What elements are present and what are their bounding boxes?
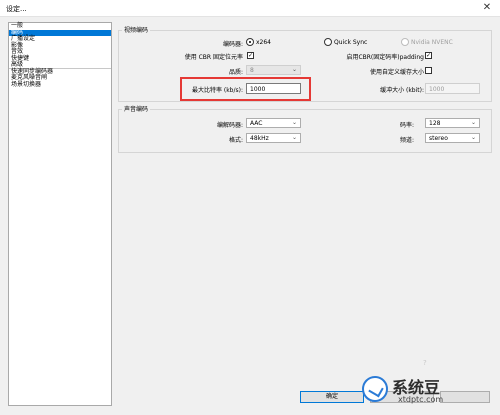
close-icon[interactable]: ✕ bbox=[480, 2, 494, 14]
format-label: 格式: bbox=[228, 137, 243, 144]
custom-buffer-checkbox[interactable] bbox=[425, 67, 432, 74]
cbr-padding-checkbox[interactable]: ✓ bbox=[425, 52, 432, 59]
watermark-logo-icon bbox=[362, 376, 388, 402]
audio-bitrate-label: 码率: bbox=[399, 122, 414, 129]
encoder-nvenc-label: Nvidia NVENC bbox=[411, 39, 453, 46]
channel-label: 频道: bbox=[399, 137, 414, 144]
chevron-down-icon: ⌄ bbox=[291, 66, 297, 73]
title-bar: 设定... ✕ bbox=[0, 0, 500, 17]
cbr-label: 使用 CBR 固定位元率 bbox=[184, 54, 243, 61]
buffer-size-input[interactable]: 1000 bbox=[425, 83, 480, 94]
audio-encoding-group bbox=[118, 109, 492, 153]
codec-value: AAC bbox=[250, 120, 263, 127]
nav-item-scene-switcher[interactable]: 场景切换器 bbox=[9, 80, 111, 89]
quality-value: 8 bbox=[250, 67, 254, 74]
window-title: 设定... bbox=[6, 5, 27, 13]
format-value: 48kHz bbox=[250, 135, 269, 142]
watermark: 系统豆 xtdptc.com bbox=[362, 372, 490, 408]
chevron-down-icon: ⌄ bbox=[470, 134, 476, 141]
audio-bitrate-value: 128 bbox=[429, 120, 441, 127]
cbr-padding-label: 启用CBR(固定码率)padding bbox=[346, 54, 424, 61]
hint-mark: ? bbox=[423, 359, 427, 367]
quality-label: 品质: bbox=[228, 69, 243, 76]
cbr-checkbox[interactable]: ✓ bbox=[247, 52, 254, 59]
audio-encoding-title: 声音编码 bbox=[122, 104, 151, 113]
encoder-x264-label: x264 bbox=[256, 39, 272, 46]
encoder-nvenc-radio[interactable] bbox=[401, 38, 409, 46]
settings-nav-list: 一般 编码 广播设定 影像 音效 快捷键 高级 快速同步编码器 麦克风噪音闸 场… bbox=[8, 22, 112, 406]
chevron-down-icon: ⌄ bbox=[291, 119, 297, 126]
encoder-quicksync-radio[interactable] bbox=[324, 38, 332, 46]
nav-item-label: 场景切换器 bbox=[11, 80, 42, 88]
chevron-down-icon: ⌄ bbox=[291, 134, 297, 141]
channel-select[interactable]: stereo ⌄ bbox=[425, 133, 480, 143]
ok-button[interactable]: 确定 bbox=[300, 391, 364, 403]
quality-select[interactable]: 8 ⌄ bbox=[246, 65, 301, 75]
buffer-size-value: 1000 bbox=[429, 86, 445, 93]
watermark-url: xtdptc.com bbox=[398, 395, 444, 404]
chevron-down-icon: ⌄ bbox=[470, 119, 476, 126]
encoder-label: 编码器: bbox=[222, 41, 243, 48]
buffer-size-label: 缓冲大小 (kbit): bbox=[380, 87, 424, 94]
highlight-box bbox=[180, 77, 311, 101]
audio-bitrate-select[interactable]: 128 ⌄ bbox=[425, 118, 480, 128]
channel-value: stereo bbox=[429, 135, 448, 142]
encoder-x264-radio[interactable] bbox=[246, 38, 254, 46]
codec-select[interactable]: AAC ⌄ bbox=[246, 118, 301, 128]
video-encoding-title: 视频编码 bbox=[122, 25, 151, 34]
format-select[interactable]: 48kHz ⌄ bbox=[246, 133, 301, 143]
encoder-quicksync-label: Quick Sync bbox=[334, 39, 368, 46]
codec-label: 编解码器: bbox=[216, 122, 243, 129]
custom-buffer-label: 使用自定义缓存大小 bbox=[369, 69, 424, 76]
